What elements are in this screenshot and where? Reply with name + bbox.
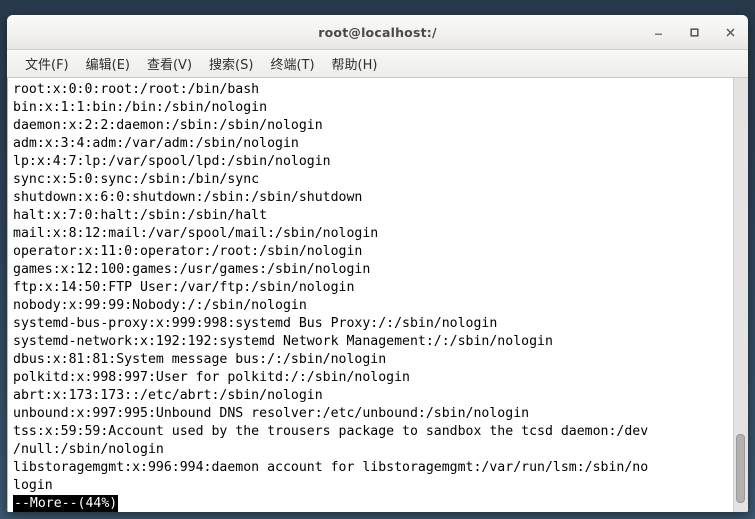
terminal-line: /null:/sbin/nologin [13,442,164,457]
menu-help[interactable]: 帮助(H) [325,52,385,76]
window-titlebar[interactable]: root@localhost:/ [7,15,748,50]
terminal-line: operator:x:11:0:operator:/root:/sbin/nol… [13,244,363,259]
terminal-line: lp:x:4:7:lp:/var/spool/lpd:/sbin/nologin [13,154,331,169]
terminal-line: ftp:x:14:50:FTP User:/var/ftp:/sbin/nolo… [13,280,355,295]
terminal-output[interactable]: root:x:0:0:root:/root:/bin/bash bin:x:1:1… [8,78,733,512]
terminal-line: unbound:x:997:995:Unbound DNS resolver:/… [13,406,530,421]
pager-prompt-line: --More--(44%) [13,495,733,512]
scrollbar-thumb[interactable] [736,434,745,503]
terminal-area[interactable]: root:x:0:0:root:/root:/bin/bash bin:x:1:1… [7,78,748,512]
terminal-line: libstoragemgmt:x:996:994:daemon account … [13,460,649,475]
terminal-line: bin:x:1:1:bin:/bin:/sbin/nologin [13,100,268,115]
window-title: root@localhost:/ [318,25,437,40]
pager-prompt: --More--(44%) [13,495,119,512]
menu-edit[interactable]: 编辑(E) [79,52,137,76]
maximize-button[interactable] [684,23,704,43]
terminal-line: daemon:x:2:2:daemon:/sbin:/sbin/nologin [13,118,323,133]
menubar: 文件(F) 编辑(E) 查看(V) 搜索(S) 终端(T) 帮助(H) [7,50,748,78]
terminal-line: mail:x:8:12:mail:/var/spool/mail:/sbin/n… [13,226,379,241]
menu-search[interactable]: 搜索(S) [202,52,260,76]
terminal-scrollbar[interactable] [733,78,748,512]
terminal-line: root:x:0:0:root:/root:/bin/bash [13,82,260,97]
menu-terminal[interactable]: 终端(T) [263,52,321,76]
terminal-line: polkitd:x:998:997:User for polkitd:/:/sb… [13,370,410,385]
terminal-line: adm:x:3:4:adm:/var/adm:/sbin/nologin [13,136,299,151]
terminal-window: root@localhost:/ 文件(F) 编辑(E) 查看(V) 搜索(S)… [7,15,748,512]
menu-view[interactable]: 查看(V) [140,52,199,76]
minimize-button[interactable] [648,23,668,43]
terminal-line: dbus:x:81:81:System message bus:/:/sbin/… [13,352,387,367]
terminal-line: games:x:12:100:games:/usr/games:/sbin/no… [13,262,371,277]
menu-file[interactable]: 文件(F) [18,52,76,76]
close-button[interactable] [720,23,740,43]
terminal-line: halt:x:7:0:halt:/sbin:/sbin/halt [13,208,268,223]
terminal-line: systemd-network:x:192:192:systemd Networ… [13,334,553,349]
terminal-line: systemd-bus-proxy:x:999:998:systemd Bus … [13,316,498,331]
terminal-line: nobody:x:99:99:Nobody:/:/sbin/nologin [13,298,307,313]
terminal-line: login [13,478,53,493]
terminal-line: sync:x:5:0:sync:/sbin:/bin/sync [13,172,260,187]
window-controls [648,16,740,49]
terminal-line: tss:x:59:59:Account used by the trousers… [13,424,649,439]
terminal-line: abrt:x:173:173::/etc/abrt:/sbin/nologin [13,388,323,403]
desktop-background: root@localhost:/ 文件(F) 编辑(E) 查看(V) 搜索(S)… [0,0,755,519]
terminal-line: shutdown:x:6:0:shutdown:/sbin:/sbin/shut… [13,190,363,205]
